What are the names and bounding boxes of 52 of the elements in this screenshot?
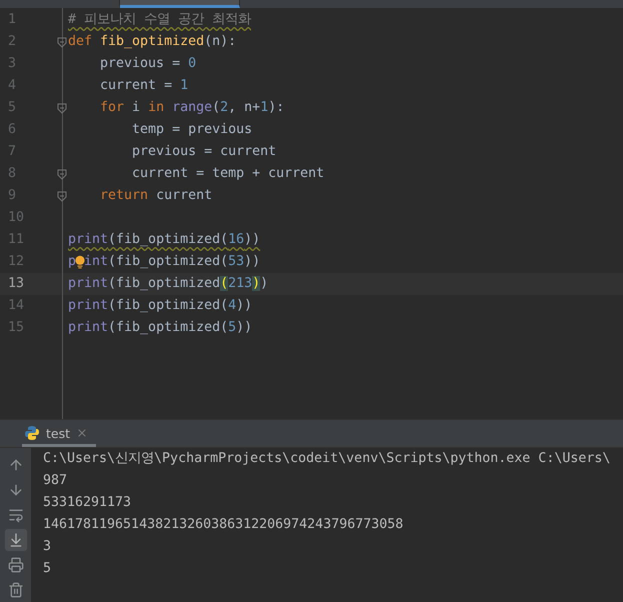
trash-icon [8, 582, 24, 598]
line-number: 11 [8, 231, 24, 249]
line-number: 5 [8, 99, 16, 117]
fold-icon[interactable] [57, 103, 67, 114]
wrap-icon [8, 507, 24, 523]
close-icon [76, 427, 88, 439]
line-number: 8 [8, 165, 16, 183]
console-output-line: 5 [43, 561, 52, 576]
code-line: current = 1 [99, 77, 188, 95]
code-line: p [68, 253, 76, 271]
line-number: 9 [8, 187, 16, 205]
code-line: def fib_optimized(n): [68, 33, 236, 51]
code-line: temp = previous [131, 121, 252, 139]
line-number: 13 [8, 275, 24, 293]
fold-icon[interactable] [57, 37, 67, 48]
line-number: 6 [8, 121, 16, 139]
code-line: for i in range(2, n+1): [99, 99, 284, 117]
line-number: 4 [8, 77, 16, 95]
line-number: 7 [8, 143, 16, 161]
down-arrow-icon [8, 482, 24, 498]
console-output-line: 3 [43, 539, 52, 554]
console-output-line: 146178119651438213260386312206974243796773058 [43, 517, 404, 532]
fold-icon[interactable] [57, 191, 67, 202]
code-line: previous = current [131, 143, 276, 161]
lightbulb-icon[interactable] [75, 254, 86, 270]
scroll-to-end-icon [8, 532, 24, 548]
console-output-line: 987 [43, 473, 68, 488]
code-line: print(fib_optimized(213)) [68, 275, 268, 293]
run-tab[interactable]: test [22, 422, 96, 447]
code-line: current = temp + current [131, 165, 324, 183]
line-number: 14 [8, 297, 24, 315]
line-number: 10 [8, 209, 24, 227]
editor-tab[interactable] [120, 0, 240, 8]
toolbar-button[interactable] [4, 529, 26, 551]
code-line: print(fib_optimized(4)) [68, 297, 252, 315]
line-number: 15 [8, 319, 24, 337]
line-number: 1 [8, 11, 16, 29]
line-number: 3 [8, 55, 16, 73]
code-line: print(fib_optimized(5)) [68, 319, 252, 337]
console-output-line: 53316291173 [43, 495, 132, 510]
line-number: 12 [8, 253, 24, 271]
code-line: return current [99, 187, 212, 205]
up-arrow-icon [8, 457, 24, 473]
python-icon [24, 425, 40, 441]
code-line: print(fib_optimized(16)) [68, 231, 260, 249]
print-icon [8, 557, 24, 573]
fold-icon[interactable] [57, 169, 67, 180]
code-line: int(fib_optimized(53)) [84, 253, 260, 271]
code-line: # 피보나치 수열 공간 최적화 [68, 11, 252, 29]
code-line: previous = 0 [99, 55, 196, 73]
console-output-line: C:\Users\신지영\PycharmProjects\codeit\venv\Scripts\python.exe C:\Users\ [43, 451, 610, 466]
line-number: 2 [8, 33, 16, 51]
